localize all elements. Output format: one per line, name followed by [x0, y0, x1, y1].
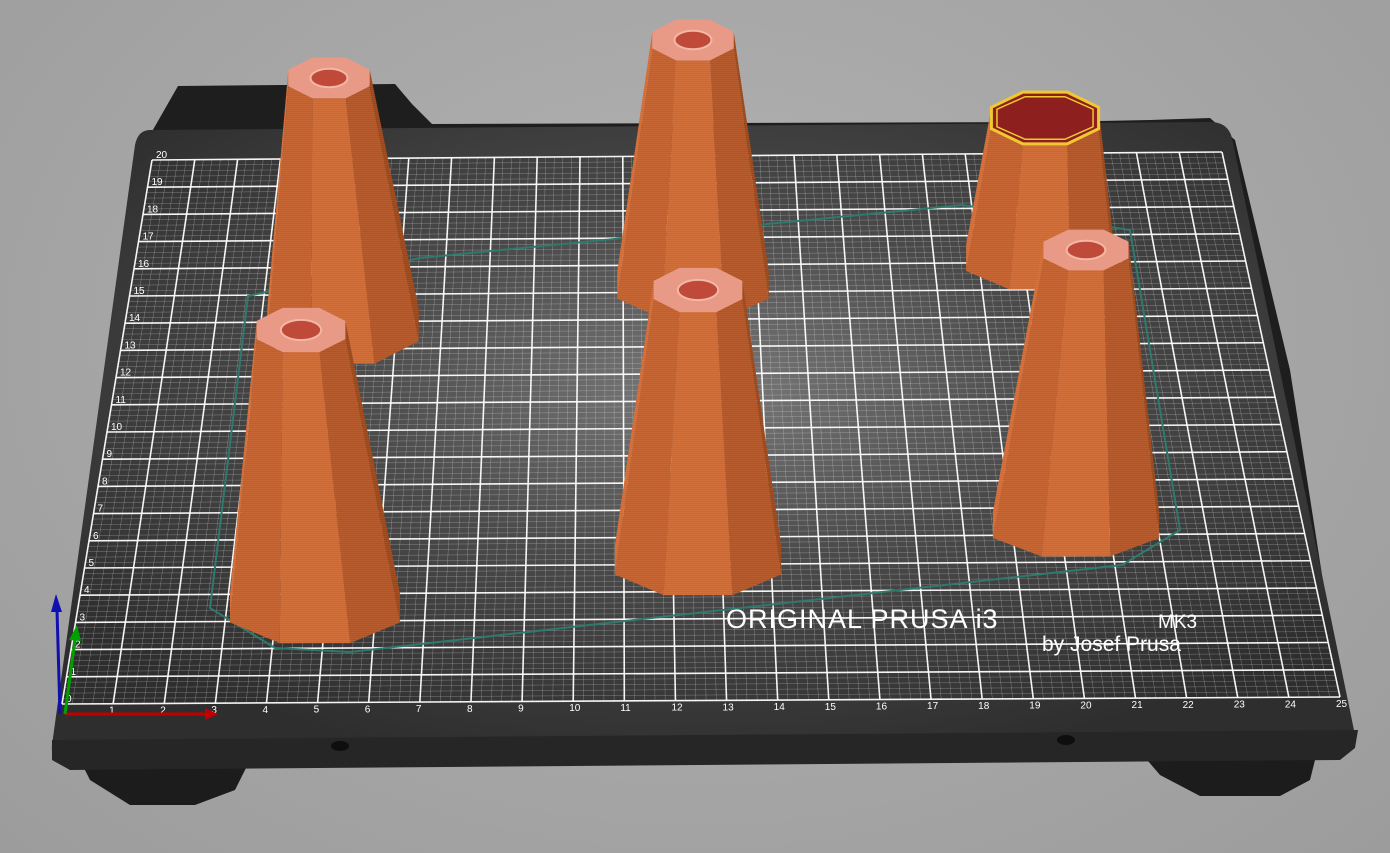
y-tick-label: 16 [138, 259, 150, 270]
y-tick-label: 5 [89, 558, 95, 569]
x-tick-label: 8 [467, 704, 473, 715]
x-tick-label: 13 [723, 702, 735, 713]
x-tick-label: 15 [825, 702, 837, 713]
y-tick-label: 12 [120, 368, 132, 379]
x-tick-label: 19 [1029, 701, 1041, 712]
x-tick-label: 23 [1234, 700, 1246, 711]
y-tick-label: 6 [93, 531, 99, 542]
object-hole [676, 278, 720, 302]
x-tick-label: 12 [671, 703, 683, 714]
object-hole [279, 318, 323, 342]
x-tick-label: 9 [518, 703, 524, 714]
bed-screw-left [331, 741, 349, 751]
x-tick-label: 10 [569, 703, 581, 714]
x-tick-label: 21 [1132, 700, 1144, 711]
y-tick-label: 3 [80, 612, 86, 623]
y-tick-label: 11 [116, 395, 127, 406]
x-tick-label: 24 [1285, 699, 1297, 710]
y-tick-label: 19 [152, 177, 164, 188]
x-tick-label: 6 [365, 704, 371, 715]
object-hole [309, 67, 349, 89]
x-tick-label: 22 [1183, 700, 1195, 711]
object-top-face [989, 90, 1101, 146]
y-tick-label: 17 [143, 232, 155, 243]
y-tick-label: 13 [125, 340, 137, 351]
x-tick-label: 25 [1336, 699, 1348, 710]
x-tick-label: 5 [314, 705, 320, 716]
x-tick-label: 11 [620, 703, 631, 714]
x-tick-label: 18 [978, 701, 990, 712]
brand-model: MK3 [1158, 612, 1197, 633]
x-tick-label: 4 [262, 705, 268, 716]
brand-subtitle: by Josef Prusa [1042, 633, 1181, 656]
x-tick-label: 17 [927, 701, 939, 712]
y-tick-label: 10 [111, 422, 123, 433]
y-tick-label: 8 [102, 476, 108, 487]
x-tick-label: 14 [774, 702, 786, 713]
y-tick-label: 14 [129, 313, 141, 324]
y-tick-label: 20 [156, 150, 168, 161]
y-tick-label: 9 [107, 449, 113, 460]
axis-z-arrow [51, 594, 62, 612]
y-tick-label: 15 [134, 286, 146, 297]
y-tick-label: 7 [98, 504, 104, 515]
y-tick-label: 18 [147, 204, 159, 215]
object-hole [1065, 239, 1107, 261]
x-tick-label: 16 [876, 702, 888, 713]
object-hole [673, 29, 713, 51]
x-tick-label: 7 [416, 704, 422, 715]
x-tick-label: 20 [1080, 700, 1092, 711]
brand-title: ORIGINAL PRUSA i3 [726, 604, 999, 634]
bed-scene[interactable]: 1 2 3 4 5 6 7 8 9 10 11 12 13 14 15 16 17 18 19 20 21 22 23 24 2… [0, 0, 1390, 853]
y-tick-label: 4 [84, 585, 90, 596]
3d-viewport[interactable]: 1 2 3 4 5 6 7 8 9 10 11 12 13 14 15 16 17 18 19 20 21 22 23 24 2… [0, 0, 1390, 853]
axis-z [55, 609, 62, 715]
bed-screw-right [1057, 735, 1075, 745]
